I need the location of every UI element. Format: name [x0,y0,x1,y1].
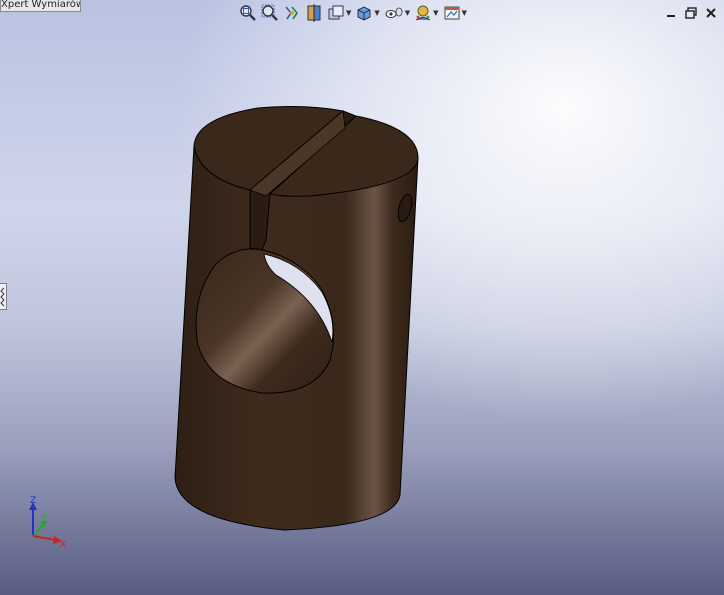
edit-appearance-button[interactable]: ▼ [413,3,439,23]
window-controls [664,6,718,20]
apply-scene-button[interactable]: ▼ [442,3,468,23]
zoom-fit-icon [240,5,256,21]
part-model[interactable] [0,0,724,595]
section-view-icon [307,4,321,22]
close-icon[interactable] [704,6,718,20]
section-view-button[interactable] [304,3,324,23]
chevron-down-icon: ▼ [374,9,380,17]
display-style-button[interactable]: ▼ [354,3,380,23]
restore-icon[interactable] [684,6,698,20]
view-orientation-button[interactable]: ▼ [326,3,352,23]
chevron-down-icon: ▼ [433,9,439,17]
dimension-expert-tab[interactable]: Xpert Wymiarów [0,0,81,12]
graphics-viewport[interactable]: Xpert Wymiarów ▼ ▼ ▼ ▼ ▼ Z Y X [0,0,724,595]
heads-up-view-toolbar: ▼ ▼ ▼ ▼ ▼ [238,3,468,23]
chevron-down-icon: ▼ [346,9,352,17]
minimize-icon[interactable] [664,6,678,20]
zoom-to-area-button[interactable] [260,3,280,23]
zoom-area-icon [261,4,278,21]
chevron-down-icon: ▼ [404,9,411,17]
triad-y-axis [32,523,45,537]
view-orientation-icon [328,5,344,20]
triad-y-label: Y [41,513,47,522]
triad-x-label: X [60,540,66,550]
previous-view-icon [285,6,298,20]
triad-x-axis [32,535,57,541]
display-style-icon [357,6,371,21]
scene-icon [444,6,460,20]
chevron-down-icon: ▼ [461,9,467,17]
appearance-icon [415,5,431,21]
expand-arrows-icon [0,287,5,307]
hide-show-icon [385,7,403,18]
reference-triad: Z Y X [29,496,66,550]
hide-show-items-button[interactable]: ▼ [383,3,411,23]
previous-view-button[interactable] [282,3,302,23]
zoom-to-fit-button[interactable] [238,3,258,23]
triad-z-label: Z [30,496,36,506]
feature-manager-toggle-handle[interactable] [0,283,7,310]
